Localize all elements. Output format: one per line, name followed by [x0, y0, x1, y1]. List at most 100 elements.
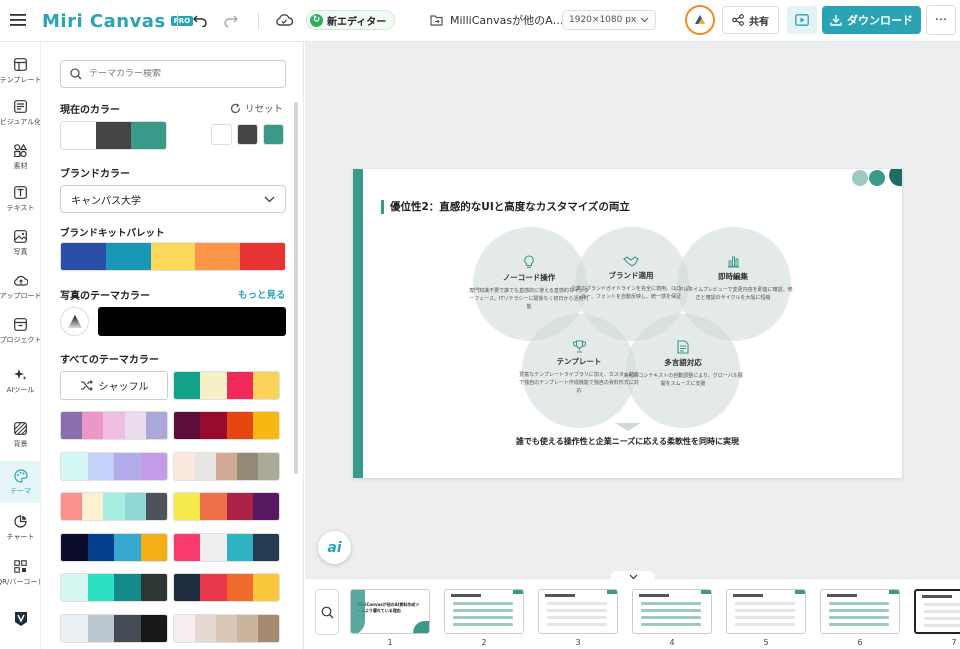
color-swatch [226, 533, 253, 561]
shuffle-button[interactable]: シャッフル [60, 371, 168, 400]
color-swatch [174, 614, 195, 642]
feature-realtime[interactable]: 即時編集 リアルタイムプレビューで変更内容を即座に確認。修正と確認のサイクルを大… [673, 255, 793, 302]
theme-palette-option[interactable] [173, 573, 280, 602]
slide-thumbnail[interactable] [444, 589, 524, 634]
slide-page-number: 3 [575, 638, 581, 647]
theme-palette-option[interactable] [173, 451, 280, 481]
download-icon [830, 15, 842, 26]
color-swatch [61, 614, 88, 642]
theme-palette-option[interactable] [173, 532, 280, 562]
current-palette[interactable] [60, 121, 167, 150]
color-swatch [195, 614, 216, 642]
slide-thumbnail[interactable] [820, 589, 900, 634]
shuffle-label: シャッフル [98, 382, 149, 393]
more-options-button[interactable]: ··· [926, 5, 956, 35]
sidebar-item-theme[interactable]: テーマ [0, 461, 40, 503]
color-swatch [240, 243, 285, 270]
sidebar-item-qr-code[interactable]: QR/バーコード [0, 552, 40, 594]
logo-text: Miri Canvas [42, 10, 166, 32]
current-color-swatch[interactable] [211, 124, 232, 145]
color-swatch [87, 614, 114, 642]
cloud-save-icon[interactable] [274, 11, 294, 29]
sidebar-item-photo[interactable]: 写真 [0, 222, 40, 264]
slide-thumbnail[interactable] [632, 589, 712, 634]
menu-icon[interactable] [9, 11, 27, 29]
sidebar-item-upload[interactable]: アップロード [0, 266, 40, 308]
color-swatch [195, 243, 241, 270]
sidebar-item-label: QR/バーコード [0, 577, 40, 586]
document-name[interactable]: MilliCanvasが他のA… [430, 12, 564, 28]
theme-palette-option[interactable] [60, 613, 168, 643]
slide-thumbnail[interactable] [726, 589, 806, 634]
slide-thumbnail[interactable] [538, 589, 618, 634]
visualize-icon [14, 100, 28, 114]
sidebar-item-elements[interactable]: 素材 [0, 136, 40, 178]
sidebar-item-label: ビジュアル化 [0, 117, 41, 126]
sidebar-item-brand[interactable] [0, 598, 40, 640]
undo-icon[interactable] [191, 11, 209, 29]
color-swatch [87, 574, 114, 601]
present-button[interactable] [787, 6, 817, 34]
theme-palette-option[interactable] [60, 573, 168, 602]
ai-assistant-button[interactable]: ai [318, 531, 351, 564]
brand-kit-palette[interactable] [60, 242, 286, 271]
slide[interactable]: 優位性2：直感的なUIと高度なカスタマイズの両立 ノーコード操作 専門知識不要で… [353, 169, 902, 478]
color-swatch [200, 372, 227, 399]
brand-select[interactable]: キャンパス大学 [60, 185, 286, 213]
panel-scrollbar[interactable] [294, 102, 298, 474]
canvas-size-dropdown[interactable]: 1920×1080 px [562, 10, 657, 30]
current-color-swatch[interactable] [263, 124, 284, 145]
sidebar-item-background[interactable]: 背景 [0, 414, 40, 456]
sidebar-item-label: テンプレート [0, 75, 41, 84]
slide-title[interactable]: 優位性2：直感的なUIと高度なカスタマイズの両立 [381, 199, 630, 214]
reset-button[interactable]: リセット [230, 101, 283, 115]
sidebar-item-label: テキスト [6, 203, 35, 212]
color-swatch [252, 493, 279, 520]
slide-thumbnail[interactable] [914, 589, 960, 634]
color-swatch [174, 412, 201, 439]
photo-theme-button[interactable] [60, 307, 89, 336]
zoom-button[interactable] [315, 589, 339, 635]
feature-heading: 多言語対応 [664, 358, 702, 367]
feature-multilingual[interactable]: 多言語対応 文化的コンテキストの自動調整により、グローバル展開をスムーズに支援 [623, 340, 743, 388]
logo[interactable]: Miri Canvas PRO [42, 10, 194, 32]
sidebar-item-ai-tools[interactable]: AIツール [0, 360, 40, 402]
theme-palette-option[interactable] [60, 492, 168, 521]
color-swatch [61, 243, 106, 270]
color-swatch [258, 452, 279, 480]
redo-icon[interactable] [222, 11, 240, 29]
trophy-icon [519, 340, 639, 353]
color-swatch [124, 412, 146, 439]
sidebar-item-text[interactable]: テキスト [0, 178, 40, 220]
theme-palette-option[interactable] [173, 613, 280, 643]
share-label: 共有 [749, 16, 769, 28]
slide-page-number: 6 [857, 638, 863, 647]
slide-thumbnail[interactable]: MilliCanvasが他のAI資料作成ツールより優れている理由 [350, 589, 430, 634]
theme-palette-option[interactable] [60, 532, 168, 562]
more-link[interactable]: もっと見る [238, 287, 286, 301]
avatar[interactable] [685, 5, 715, 35]
sidebar-item-project[interactable]: プロジェクト [0, 310, 40, 352]
sidebar-item-template[interactable]: テンプレート [0, 50, 41, 92]
new-editor-toggle[interactable]: ↻ 新エディター [306, 10, 396, 30]
share-button[interactable]: 共有 [722, 6, 779, 34]
theme-palette-option[interactable] [60, 411, 168, 440]
photo-theme-palette[interactable] [98, 307, 286, 336]
theme-palette-option[interactable] [173, 411, 280, 440]
theme-search[interactable] [60, 60, 286, 88]
theme-palette-option[interactable] [60, 451, 168, 481]
feature-template[interactable]: テンプレート 豊富なテンプレートライブラリに加え、カスタム対応で独自のテンプレー… [519, 340, 639, 395]
sidebar-item-visualize[interactable]: ビジュアル化 [0, 92, 41, 134]
theme-palette-option[interactable] [173, 492, 280, 521]
current-color-swatch[interactable] [237, 124, 258, 145]
download-button[interactable]: ダウンロード [822, 6, 921, 34]
color-swatch [114, 614, 141, 642]
photo-theme-icon [67, 314, 82, 328]
sidebar-item-chart[interactable]: チャート [0, 507, 40, 549]
color-swatch [200, 574, 227, 601]
theme-search-input[interactable] [89, 69, 269, 79]
feature-heading: テンプレート [556, 357, 602, 366]
theme-palette-option[interactable] [173, 371, 280, 400]
collapse-filmstrip-button[interactable] [611, 571, 655, 583]
slide-footer-text[interactable]: 誰でも使える操作性と企業ニーズに応える柔軟性を同時に実現 [353, 436, 902, 447]
